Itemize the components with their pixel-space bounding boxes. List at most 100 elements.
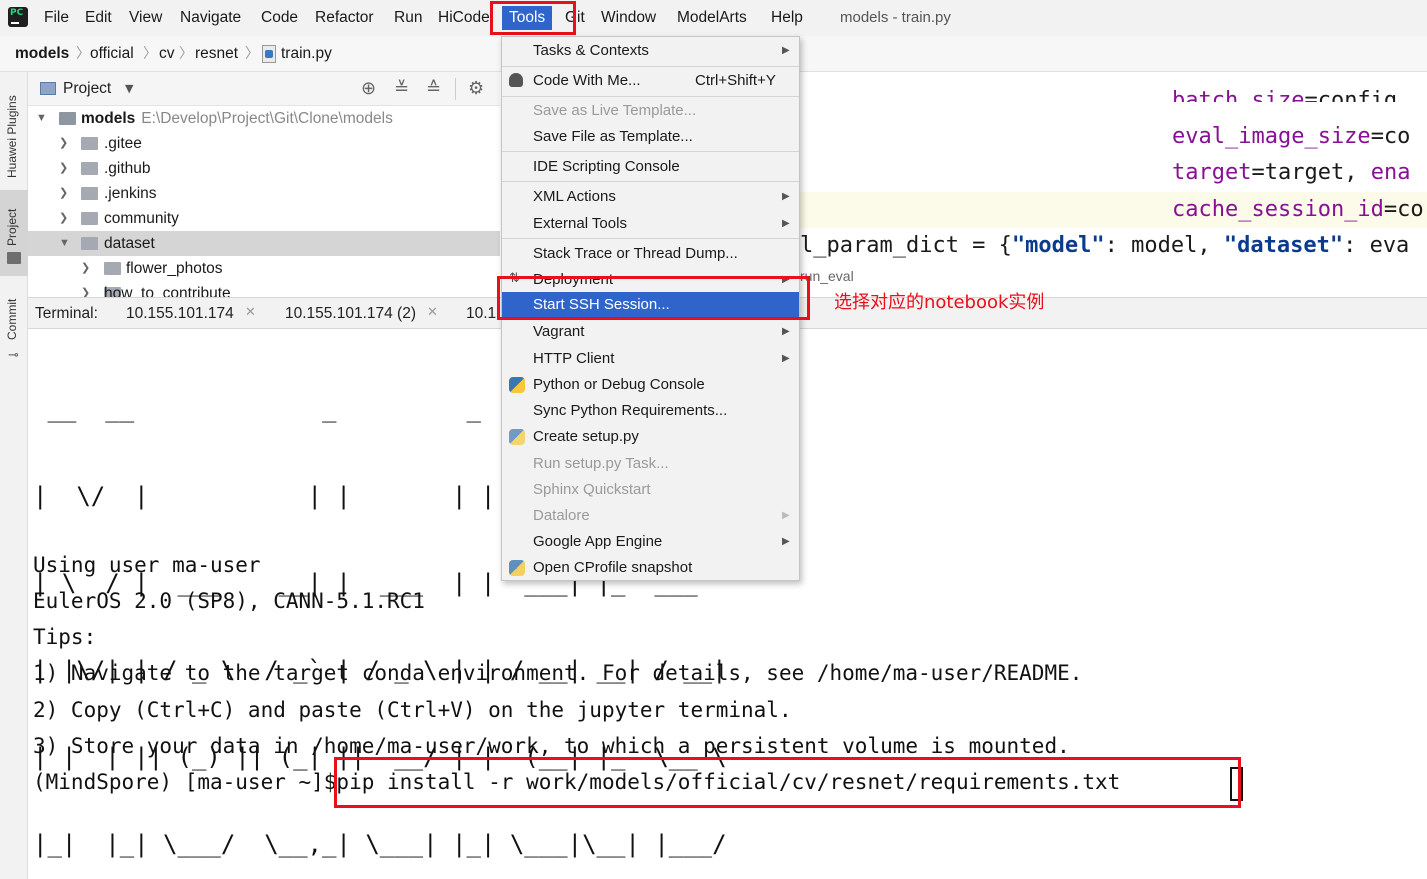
terminal-label: Terminal:: [35, 305, 98, 322]
tab-huawei-plugins[interactable]: Huawei Plugins: [0, 72, 28, 182]
tree-item-how-to-contribute[interactable]: ❯ how_to_contribute: [28, 281, 500, 297]
menu-item-stack-trace[interactable]: Stack Trace or Thread Dump...: [502, 241, 799, 267]
close-icon[interactable]: ✕: [245, 305, 256, 320]
terminal-line: 1) Navigate to the target conda environm…: [33, 661, 1083, 685]
menu-modelarts[interactable]: ModelArts: [677, 8, 747, 28]
tree-item-label: community: [104, 210, 179, 227]
chevron-right-icon[interactable]: ❯: [81, 256, 90, 281]
menu-item-label: External Tools: [533, 215, 627, 232]
chevron-right-icon: 〉: [179, 46, 193, 62]
tab-commit[interactable]: Commit ⊸: [0, 282, 28, 363]
menu-item-open-cprofile[interactable]: Open CProfile snapshot: [502, 555, 799, 581]
chevron-right-icon[interactable]: ❯: [81, 281, 90, 297]
code-token: target: [1172, 160, 1252, 185]
menu-item-create-setup-py[interactable]: Create setup.py: [502, 424, 799, 450]
menu-item-label: Sync Python Requirements...: [533, 402, 728, 419]
menu-item-python-console[interactable]: Python or Debug Console: [502, 372, 799, 398]
gear-icon[interactable]: ⚙: [468, 80, 484, 98]
submenu-arrow-icon: ▶: [782, 326, 790, 337]
tree-item-flower-photos[interactable]: ❯ flower_photos: [28, 256, 500, 281]
chevron-right-icon[interactable]: ❯: [59, 131, 68, 156]
code-token: batch_size: [1172, 88, 1305, 102]
tree-item-dataset[interactable]: ▼ dataset: [28, 231, 500, 256]
tree-item-jenkins[interactable]: ❯ .jenkins: [28, 181, 500, 206]
menu-code[interactable]: Code: [261, 8, 298, 28]
menu-run[interactable]: Run: [394, 8, 422, 28]
menu-item-vagrant[interactable]: Vagrant ▶: [502, 319, 799, 345]
menu-item-sync-python-requirements[interactable]: Sync Python Requirements...: [502, 398, 799, 424]
breadcrumb-cv[interactable]: cv: [159, 44, 175, 64]
menu-item-label: Sphinx Quickstart: [533, 481, 651, 498]
menu-file[interactable]: File: [44, 8, 69, 28]
menu-hicode[interactable]: HiCode: [438, 8, 490, 28]
code-line: target=target, ena: [1172, 158, 1410, 188]
menu-view[interactable]: View: [129, 8, 162, 28]
locate-icon[interactable]: ⊕: [361, 80, 376, 98]
tab-project[interactable]: Project: [0, 190, 28, 276]
menu-item-label: Open CProfile snapshot: [533, 559, 693, 576]
menu-item-sphinx-quickstart[interactable]: Sphinx Quickstart: [502, 477, 799, 503]
code-token: "dataset": [1223, 233, 1344, 258]
expand-all-icon[interactable]: ≚: [394, 80, 409, 98]
menu-item-label: XML Actions: [533, 188, 616, 205]
folder-icon: [81, 212, 98, 225]
submenu-arrow-icon: ▶: [782, 536, 790, 547]
menu-item-run-setup-py-task[interactable]: Run setup.py Task...: [502, 451, 799, 477]
project-panel: Project ▼ ⊕ ≚ ≙ ⚙ ▼ models E:\Develop\Pro…: [28, 72, 500, 297]
tree-item-label: how_to_contribute: [104, 285, 231, 297]
menu-help[interactable]: Help: [771, 8, 803, 28]
code-line: l_param_dict = {"model": model, "dataset…: [800, 231, 1409, 261]
menu-item-label: Save File as Template...: [533, 128, 693, 145]
code-line: batch_size=config.: [1172, 86, 1410, 102]
menu-window[interactable]: Window: [601, 8, 656, 28]
terminal-tab[interactable]: 10.1: [466, 304, 496, 324]
breadcrumb-resnet[interactable]: resnet: [195, 44, 238, 64]
tree-item-models[interactable]: ▼ models E:\Develop\Project\Git\Clone\mod…: [28, 106, 500, 131]
code-token: eval_image_size: [1172, 124, 1371, 149]
tree-item-community[interactable]: ❯ community: [28, 206, 500, 231]
menu-item-datalore[interactable]: Datalore ▶: [502, 503, 799, 529]
chevron-right-icon[interactable]: ❯: [59, 206, 68, 231]
menu-item-code-with-me[interactable]: Code With Me... Ctrl+Shift+Y: [502, 68, 799, 94]
breadcrumb-official[interactable]: official: [90, 44, 134, 64]
python-icon: [509, 377, 525, 393]
tab-commit-label: Commit: [5, 298, 19, 340]
code-token: l_param_dict = {: [800, 233, 1012, 258]
chevron-down-icon[interactable]: ▼: [59, 231, 70, 256]
breadcrumb-train-py[interactable]: train.py: [281, 44, 332, 64]
menu-item-xml-actions[interactable]: XML Actions ▶: [502, 184, 799, 210]
terminal-tab[interactable]: 10.155.101.174: [126, 304, 234, 324]
menu-navigate[interactable]: Navigate: [180, 8, 241, 28]
cprofile-icon: [509, 560, 525, 576]
chevron-right-icon: 〉: [143, 46, 157, 62]
chevron-right-icon[interactable]: ❯: [59, 181, 68, 206]
code-token: "model": [1011, 233, 1105, 258]
collapse-all-icon[interactable]: ≙: [426, 80, 441, 98]
menu-item-external-tools[interactable]: External Tools ▶: [502, 211, 799, 237]
menu-item-tasks-contexts[interactable]: Tasks & Contexts ▶: [502, 38, 799, 64]
tree-item-label: .github: [104, 160, 151, 177]
code-token: =co: [1370, 124, 1411, 149]
tree-item-gitee[interactable]: ❯ .gitee: [28, 131, 500, 156]
chevron-right-icon[interactable]: ❯: [59, 156, 68, 181]
close-icon[interactable]: ✕: [427, 305, 438, 320]
chevron-down-icon[interactable]: ▼: [36, 106, 47, 131]
menu-item-label: Google App Engine: [533, 533, 663, 550]
submenu-arrow-icon: ▶: [782, 191, 790, 202]
menu-item-ide-scripting-console[interactable]: IDE Scripting Console: [502, 154, 799, 180]
menu-item-label: Stack Trace or Thread Dump...: [533, 245, 738, 262]
tree-item-github[interactable]: ❯ .github: [28, 156, 500, 181]
terminal-line: 2) Copy (Ctrl+C) and paste (Ctrl+V) on t…: [33, 698, 792, 722]
menu-item-http-client[interactable]: HTTP Client ▶: [502, 346, 799, 372]
menu-item-google-app-engine[interactable]: Google App Engine ▶: [502, 529, 799, 555]
project-title[interactable]: Project: [63, 80, 111, 98]
breadcrumb-models[interactable]: models: [15, 44, 69, 64]
project-panel-header: Project ▼ ⊕ ≚ ≙ ⚙: [28, 72, 500, 106]
menu-item-save-live-template[interactable]: Save as Live Template...: [502, 98, 799, 124]
terminal-tab[interactable]: 10.155.101.174 (2): [285, 304, 416, 324]
tools-menu-highlight-box: [490, 1, 576, 35]
menu-edit[interactable]: Edit: [85, 8, 112, 28]
menu-refactor[interactable]: Refactor: [315, 8, 374, 28]
menu-item-save-file-template[interactable]: Save File as Template...: [502, 124, 799, 150]
chevron-down-icon[interactable]: ▼: [125, 82, 133, 95]
